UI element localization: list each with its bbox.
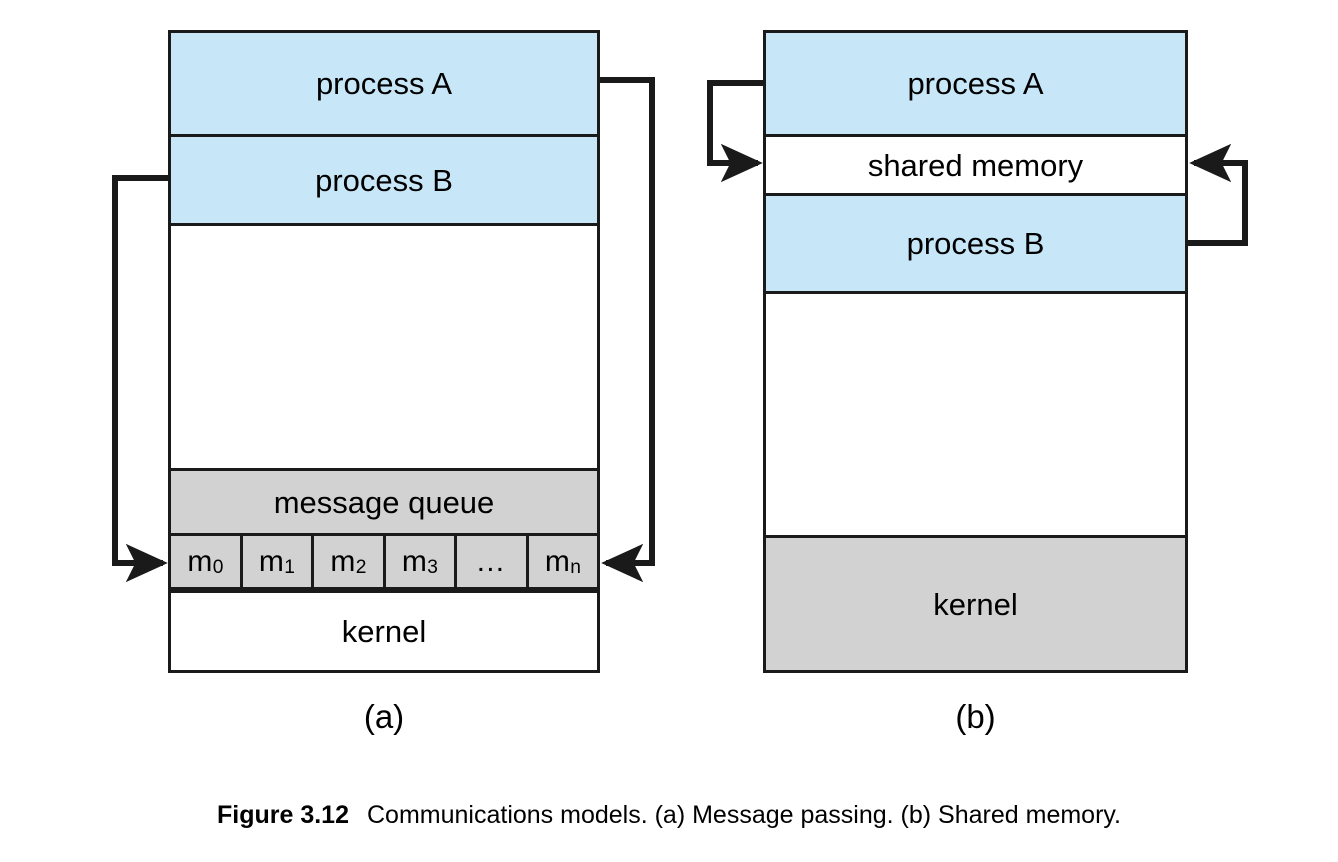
band-label: process B [315,162,453,198]
band-label: shared memory [867,147,1084,183]
subcaption-a: (a) [363,698,405,735]
band-label: message queue [273,484,495,520]
band-process-b: process B [171,134,597,223]
arrow-process-b-to-shared-memory [1188,143,1248,246]
message-cell: … [457,536,529,587]
band-label: process B [906,226,1045,261]
diagram-message-passing: process A process B message queue m0m1m2… [168,30,600,673]
band-label: process A [315,66,453,101]
figure-container: process A process B message queue m0m1m2… [0,0,1338,862]
message-cell: m3 [385,536,457,587]
band-kernel-b: kernel [766,535,1185,670]
message-subscript: 1 [284,556,295,578]
band-process-a: process A [171,33,597,134]
figure-number: Figure 3.12 [217,801,349,829]
message-label: m [330,544,356,578]
message-cell: m1 [242,536,314,587]
message-label: m [544,544,570,578]
message-subscript: n [570,556,581,578]
band-shared-memory: shared memory [766,134,1185,193]
band-label: process A [907,66,1044,101]
band-label: kernel [341,614,427,649]
band-process-b-b: process B [766,193,1185,291]
message-label: … [475,544,508,578]
band-message-queue: message queue [171,468,597,533]
figure-caption: Figure 3.12 Communications models. (a) Me… [0,800,1338,830]
band-process-a-b: process A [766,33,1185,134]
message-subscript: 2 [355,556,367,578]
band-kernel-a: kernel [171,590,597,670]
message-label: m [187,544,213,578]
message-cell: m2 [314,536,386,587]
subcaption-b: (b) [955,698,996,735]
message-cell: mn [528,536,597,587]
message-label: m [258,544,284,578]
message-cell-strip: m 0 m 1 m 2 m 3… m n [171,533,597,590]
band-label: kernel [933,586,1018,622]
diagram-shared-memory: process A shared memory process B kernel [763,30,1188,673]
figure-caption-text: Communications models. (a) Message passi… [367,801,1121,829]
arrow-process-a-to-shared-memory [707,80,763,183]
message-label: m [401,544,427,578]
message-cell: m0 [171,536,243,587]
message-subscript: 0 [212,556,224,578]
arrow-process-a-to-queue-tail [600,77,655,583]
arrow-process-b-to-queue-head [112,175,168,583]
band-empty-space-a [171,223,597,468]
message-subscript: 3 [427,556,438,578]
band-empty-space-b [766,291,1185,535]
